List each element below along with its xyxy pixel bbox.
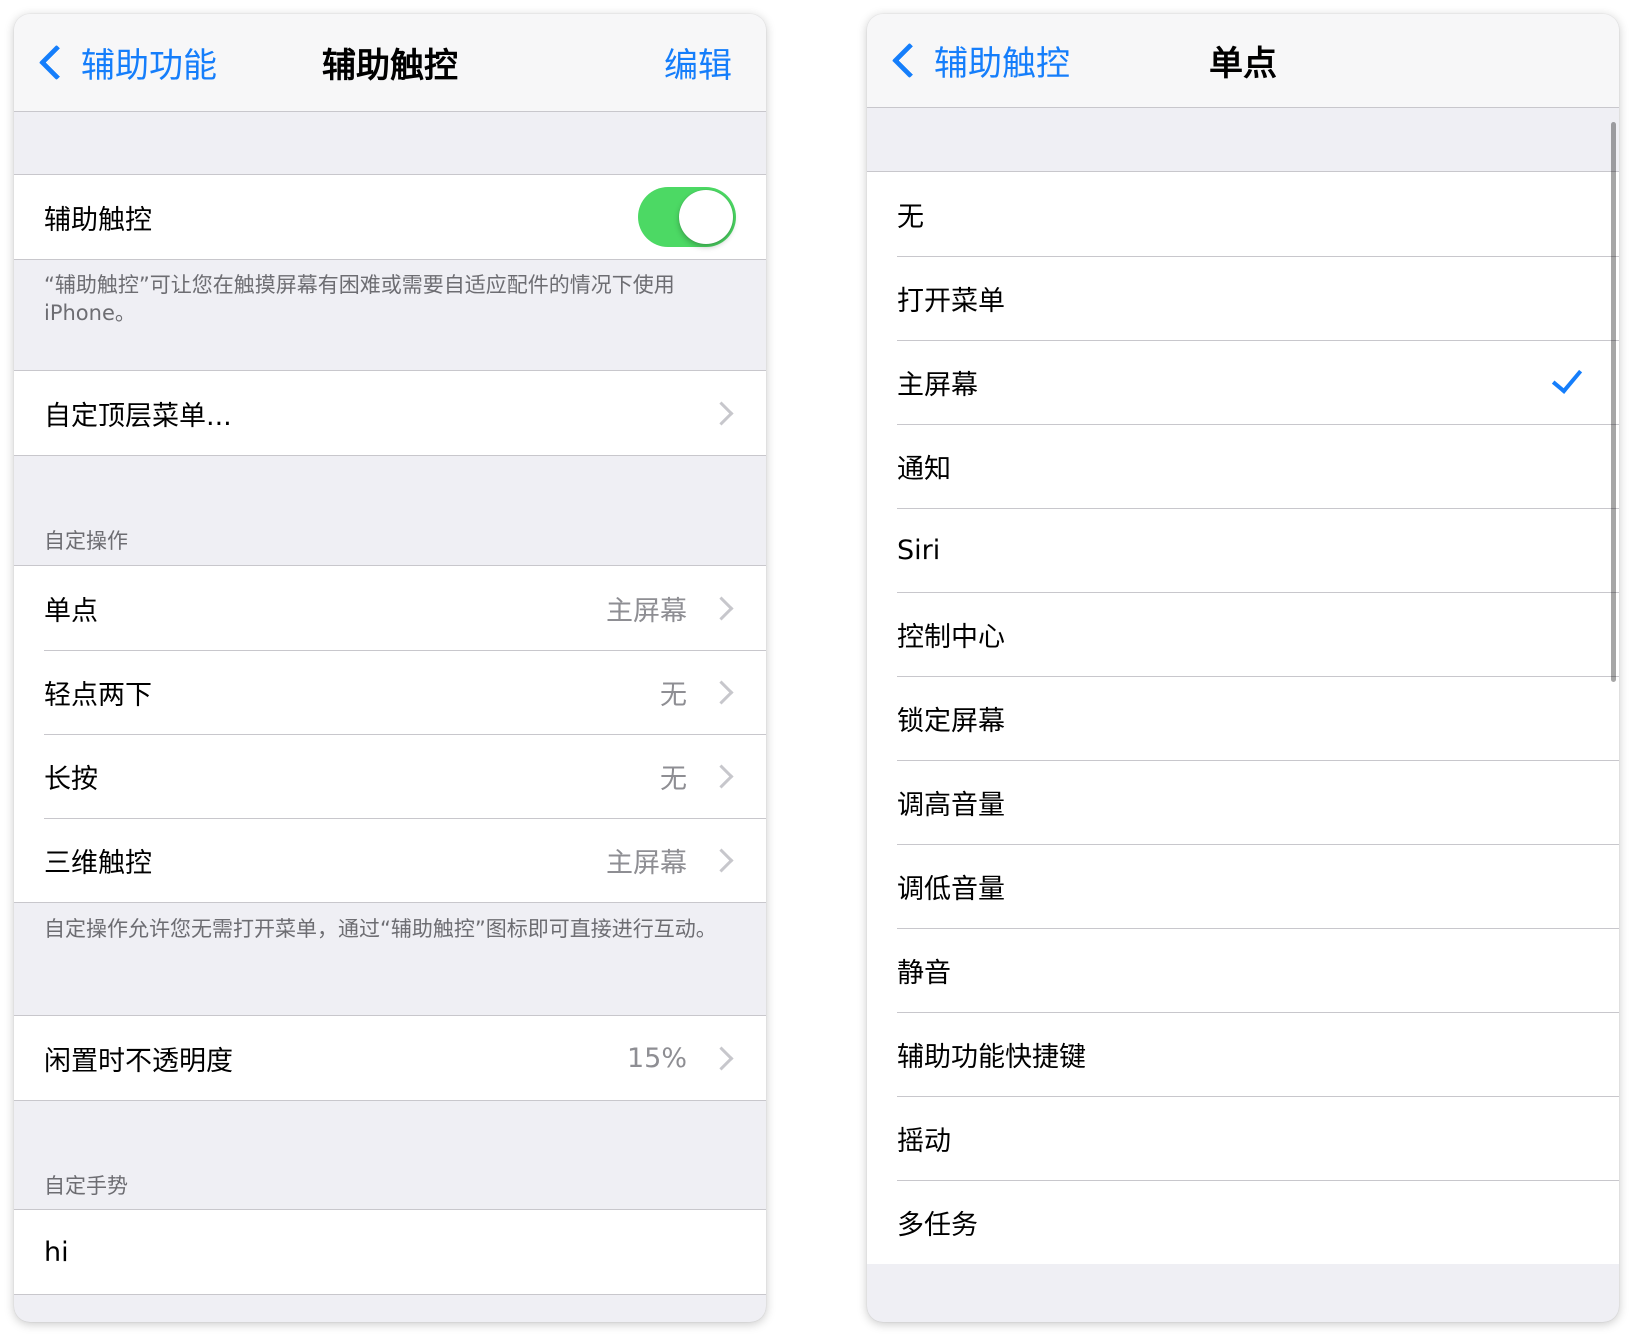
option-row[interactable]: 控制中心 bbox=[867, 592, 1619, 676]
idle-opacity-label: 闲置时不透明度 bbox=[44, 1045, 233, 1077]
custom-gestures-header: 自定手势 bbox=[44, 1174, 128, 1198]
row-label: 轻点两下 bbox=[44, 679, 152, 711]
navigation-bar: 辅助功能 辅助触控 编辑 bbox=[14, 14, 766, 112]
option-row[interactable]: 调高音量 bbox=[867, 760, 1619, 844]
option-label: 无 bbox=[897, 201, 924, 233]
option-row[interactable]: 打开菜单 bbox=[867, 256, 1619, 340]
custom-gesture-row[interactable]: hi bbox=[14, 1210, 766, 1294]
customize-menu-group: 自定顶层菜单... bbox=[14, 370, 766, 456]
single-tap-options-list: 无 打开菜单 主屏幕 通知 Siri 控制中心 锁定屏幕 调高音量 调低音量 静… bbox=[867, 171, 1619, 1264]
option-row[interactable]: 通知 bbox=[867, 424, 1619, 508]
custom-action-single-tap-row[interactable]: 单点 主屏幕 bbox=[14, 566, 766, 650]
option-label: 通知 bbox=[897, 453, 951, 485]
option-row[interactable]: 无 bbox=[867, 172, 1619, 256]
row-value: 主屏幕 bbox=[606, 847, 687, 879]
assistive-touch-settings-screen: 辅助功能 辅助触控 编辑 辅助触控 “辅助触控”可让您在触摸屏幕有困难或需要自适… bbox=[14, 14, 766, 1322]
option-row-selected[interactable]: 主屏幕 bbox=[867, 340, 1619, 424]
assistive-touch-group: 辅助触控 bbox=[14, 174, 766, 260]
assistive-touch-label: 辅助触控 bbox=[44, 204, 152, 236]
chevron-right-icon bbox=[709, 763, 734, 789]
row-value: 无 bbox=[660, 679, 687, 711]
option-label: 多任务 bbox=[897, 1209, 978, 1241]
custom-gestures-group: hi bbox=[14, 1209, 766, 1295]
option-row[interactable]: 调低音量 bbox=[867, 844, 1619, 928]
option-row[interactable]: 静音 bbox=[867, 928, 1619, 1012]
edit-button[interactable]: 编辑 bbox=[664, 14, 732, 111]
customize-menu-label: 自定顶层菜单... bbox=[44, 400, 232, 432]
option-label: 辅助功能快捷键 bbox=[897, 1041, 1086, 1073]
row-value: 主屏幕 bbox=[606, 595, 687, 627]
row-label: 单点 bbox=[44, 595, 98, 627]
option-label: 锁定屏幕 bbox=[897, 705, 1005, 737]
option-label: 调高音量 bbox=[897, 789, 1005, 821]
custom-actions-header: 自定操作 bbox=[44, 529, 128, 553]
option-label: 主屏幕 bbox=[897, 369, 978, 401]
option-row[interactable]: 辅助功能快捷键 bbox=[867, 1012, 1619, 1096]
option-label: 打开菜单 bbox=[897, 285, 1005, 317]
option-label: Siri bbox=[897, 534, 941, 566]
chevron-right-icon bbox=[709, 595, 734, 621]
option-row[interactable]: 锁定屏幕 bbox=[867, 676, 1619, 760]
option-row[interactable]: Siri bbox=[867, 508, 1619, 592]
chevron-left-icon bbox=[891, 42, 928, 79]
back-button-label: 辅助触控 bbox=[934, 44, 1070, 84]
idle-opacity-value: 15% bbox=[626, 1042, 687, 1074]
option-label: 控制中心 bbox=[897, 621, 1005, 653]
custom-actions-footer: 自定操作允许您无需打开菜单，通过“辅助触控”图标即可直接进行互动。 bbox=[44, 917, 717, 941]
option-label: 摇动 bbox=[897, 1125, 951, 1157]
chevron-right-icon bbox=[709, 847, 734, 873]
chevron-left-icon bbox=[38, 44, 75, 81]
customize-top-level-menu-row[interactable]: 自定顶层菜单... bbox=[14, 371, 766, 455]
idle-opacity-row[interactable]: 闲置时不透明度 15% bbox=[14, 1016, 766, 1100]
navigation-bar: 辅助触控 单点 bbox=[867, 14, 1619, 108]
chevron-right-icon bbox=[709, 1045, 734, 1071]
toggle-knob bbox=[679, 190, 733, 244]
custom-actions-group: 单点 主屏幕 轻点两下 无 长按 无 三维触控 主屏幕 bbox=[14, 565, 766, 903]
option-label: 调低音量 bbox=[897, 873, 1005, 905]
option-label: 静音 bbox=[897, 957, 951, 989]
back-button[interactable]: 辅助触控 bbox=[885, 14, 1070, 107]
assistive-touch-row: 辅助触控 bbox=[14, 175, 766, 259]
idle-opacity-group: 闲置时不透明度 15% bbox=[14, 1015, 766, 1101]
chevron-right-icon bbox=[709, 400, 734, 426]
custom-action-double-tap-row[interactable]: 轻点两下 无 bbox=[14, 650, 766, 734]
back-button[interactable]: 辅助功能 bbox=[32, 14, 217, 111]
assistive-touch-footer: “辅助触控”可让您在触摸屏幕有困难或需要自适应配件的情况下使用 iPhone。 bbox=[44, 273, 675, 325]
custom-action-long-press-row[interactable]: 长按 无 bbox=[14, 734, 766, 818]
custom-gesture-label: hi bbox=[44, 1236, 69, 1268]
option-row[interactable]: 多任务 bbox=[867, 1180, 1619, 1264]
assistive-touch-toggle[interactable] bbox=[638, 187, 736, 247]
row-value: 无 bbox=[660, 763, 687, 795]
custom-action-3d-touch-row[interactable]: 三维触控 主屏幕 bbox=[14, 818, 766, 902]
back-button-label: 辅助功能 bbox=[81, 46, 217, 86]
chevron-right-icon bbox=[709, 679, 734, 705]
single-tap-options-screen: 辅助触控 单点 无 打开菜单 主屏幕 通知 Siri 控制中心 锁定屏幕 调高音… bbox=[867, 14, 1619, 1322]
row-label: 三维触控 bbox=[44, 847, 152, 879]
option-row[interactable]: 摇动 bbox=[867, 1096, 1619, 1180]
row-label: 长按 bbox=[44, 763, 98, 795]
scrollbar[interactable] bbox=[1611, 122, 1616, 682]
